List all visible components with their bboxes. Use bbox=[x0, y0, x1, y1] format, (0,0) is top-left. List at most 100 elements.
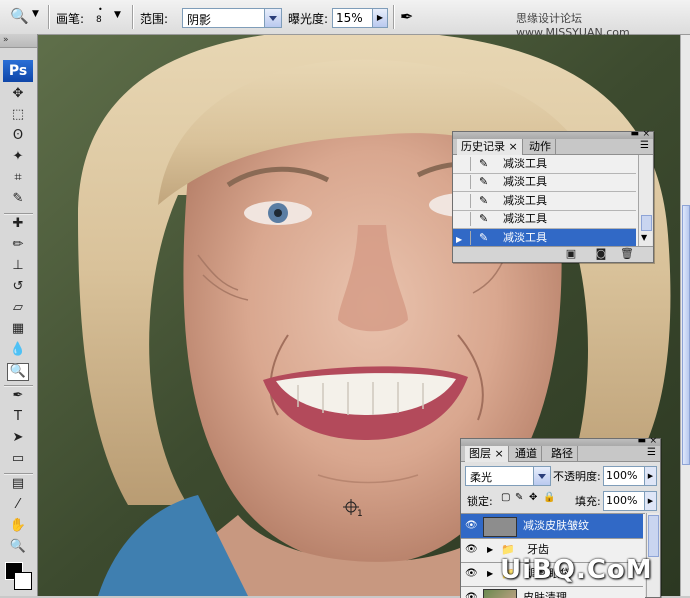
clone-stamp-tool-icon[interactable]: ⊥ bbox=[8, 258, 28, 274]
layer-thumbnail bbox=[483, 589, 517, 598]
blend-mode-select[interactable]: 柔光 bbox=[465, 466, 551, 486]
chevron-right-icon[interactable]: ▶ bbox=[372, 9, 387, 27]
lock-transparency-icon[interactable]: ▢ bbox=[501, 492, 510, 503]
history-source-checkbox[interactable] bbox=[456, 175, 471, 190]
shape-tool-icon[interactable]: ▭ bbox=[8, 451, 28, 467]
tool-preset-picker[interactable]: 🔍 ▼ bbox=[8, 7, 42, 27]
move-tool-icon[interactable]: ✥ bbox=[8, 86, 28, 102]
panel-menu-icon[interactable]: ☰ bbox=[647, 447, 656, 458]
panel-title-bar[interactable]: ▬ × bbox=[461, 436, 660, 446]
tab-channels[interactable]: 通道 bbox=[511, 446, 542, 461]
fill-input[interactable]: 100% ▶ bbox=[603, 491, 657, 511]
scroll-down-icon[interactable]: ▼ bbox=[641, 233, 647, 242]
layer-row[interactable]: 👁 皮肤清理 bbox=[461, 586, 643, 598]
snapshot-icon[interactable]: ◙ bbox=[593, 247, 609, 261]
eye-icon[interactable]: 👁 bbox=[465, 586, 479, 598]
magic-wand-tool-icon[interactable]: ✦ bbox=[8, 149, 28, 165]
history-item[interactable]: ✎ 减淡工具 bbox=[453, 155, 636, 174]
layer-row[interactable]: 👁 减淡皮肤皱纹 bbox=[461, 514, 643, 539]
lock-all-icon[interactable]: 🔒 bbox=[543, 492, 555, 503]
gradient-tool-icon[interactable]: ▦ bbox=[8, 321, 28, 337]
lock-pixels-icon[interactable]: ✎ bbox=[515, 492, 523, 503]
divider bbox=[393, 5, 395, 29]
brush-picker[interactable]: • 8 ▼ bbox=[92, 5, 124, 29]
exposure-input[interactable]: 15% ▶ bbox=[332, 8, 388, 28]
expand-arrow-icon[interactable]: ▶ bbox=[487, 562, 493, 586]
chevron-right-icon[interactable]: ▶ bbox=[644, 492, 656, 510]
crop-tool-icon[interactable]: ⌗ bbox=[8, 170, 28, 186]
airbrush-icon[interactable]: ✒ bbox=[400, 7, 413, 26]
canvas-scrollbar[interactable] bbox=[680, 35, 690, 596]
history-scrollbar[interactable]: ▼ bbox=[638, 155, 652, 247]
history-item[interactable]: ▶ ✎ 减淡工具 bbox=[453, 228, 636, 247]
close-icon[interactable]: × bbox=[642, 129, 650, 139]
chevron-down-icon: ▼ bbox=[32, 9, 39, 19]
scrollbar-thumb[interactable] bbox=[641, 215, 652, 231]
pen-tool-icon[interactable]: ✒ bbox=[8, 388, 28, 404]
tab-paths[interactable]: 路径 bbox=[547, 446, 578, 461]
options-bar: 🔍 ▼ 画笔: • 8 ▼ 范围: 阴影 曝光度: 15% ▶ ✒ 思缘设计论坛… bbox=[0, 0, 690, 39]
tab-actions[interactable]: 动作 bbox=[525, 139, 556, 154]
minimize-icon[interactable]: ▬ bbox=[637, 436, 646, 446]
panel-menu-icon[interactable]: ☰ bbox=[640, 140, 649, 151]
history-item[interactable]: ✎ 减淡工具 bbox=[453, 173, 636, 193]
scrollbar-thumb[interactable] bbox=[648, 515, 659, 557]
opacity-input[interactable]: 100% ▶ bbox=[603, 466, 657, 486]
tab-history-label: 历史记录 bbox=[461, 140, 505, 153]
history-item[interactable]: ✎ 减淡工具 bbox=[453, 210, 636, 230]
history-item-label: 减淡工具 bbox=[503, 175, 547, 189]
type-tool-icon[interactable]: T bbox=[8, 409, 28, 425]
panel-title-bar[interactable]: ▬ × bbox=[453, 129, 653, 139]
brush-label: 画笔: bbox=[56, 12, 85, 26]
tab-close-icon[interactable]: × bbox=[495, 447, 504, 460]
blur-tool-icon[interactable]: 💧 bbox=[8, 342, 28, 358]
tab-close-icon[interactable]: × bbox=[509, 140, 518, 153]
dodge-tool-icon: 🔍 bbox=[10, 7, 29, 25]
history-item[interactable]: ✎ 减淡工具 bbox=[453, 192, 636, 211]
exposure-label: 曝光度: bbox=[288, 12, 329, 26]
eye-icon[interactable]: 👁 bbox=[465, 562, 479, 586]
range-value: 阴影 bbox=[187, 13, 212, 27]
history-source-checkbox[interactable]: ▶ bbox=[456, 230, 471, 245]
history-source-checkbox[interactable] bbox=[456, 193, 471, 208]
chevron-right-icon[interactable]: ▶ bbox=[644, 467, 656, 485]
divider bbox=[132, 5, 134, 29]
brush-tool-icon[interactable]: ✏ bbox=[8, 237, 28, 253]
marquee-tool-icon[interactable]: ⬚ bbox=[8, 107, 28, 123]
tool-divider bbox=[4, 473, 33, 475]
history-item-label: 减淡工具 bbox=[503, 212, 547, 226]
dodge-brush-icon: ✎ bbox=[479, 212, 489, 226]
eraser-tool-icon[interactable]: ▱ bbox=[8, 300, 28, 316]
toolbox-grip[interactable]: » bbox=[0, 34, 37, 48]
healing-brush-tool-icon[interactable]: ✚ bbox=[8, 216, 28, 232]
ps-logo[interactable]: Ps bbox=[3, 60, 33, 82]
chevron-down-icon[interactable] bbox=[533, 467, 550, 485]
path-selection-tool-icon[interactable]: ➤ bbox=[8, 430, 28, 446]
tab-history[interactable]: 历史记录 × bbox=[457, 139, 523, 155]
hand-tool-icon[interactable]: ✋ bbox=[8, 518, 28, 534]
chevron-down-icon[interactable] bbox=[264, 9, 281, 27]
eye-icon[interactable]: 👁 bbox=[465, 538, 479, 562]
notes-tool-icon[interactable]: ▤ bbox=[8, 476, 28, 492]
eyedropper2-tool-icon[interactable]: ⁄ bbox=[8, 497, 28, 513]
history-source-checkbox[interactable] bbox=[456, 157, 471, 171]
eye-icon[interactable]: 👁 bbox=[465, 514, 479, 538]
tab-layers[interactable]: 图层 × bbox=[465, 446, 509, 462]
history-brush-tool-icon[interactable]: ↺ bbox=[8, 279, 28, 295]
close-icon[interactable]: × bbox=[649, 436, 657, 446]
eyedropper-tool-icon[interactable]: ✎ bbox=[8, 191, 28, 207]
new-document-icon[interactable]: ▣ bbox=[563, 247, 579, 261]
range-select[interactable]: 阴影 bbox=[182, 8, 282, 28]
exposure-value: 15% bbox=[336, 11, 363, 25]
trash-icon[interactable]: 🗑 bbox=[619, 247, 635, 261]
scrollbar-thumb[interactable] bbox=[682, 205, 690, 465]
lasso-tool-icon[interactable]: ʘ bbox=[8, 128, 28, 144]
zoom-tool-icon[interactable]: 🔍 bbox=[8, 539, 28, 555]
history-source-checkbox[interactable] bbox=[456, 212, 471, 227]
expand-arrow-icon[interactable]: ▶ bbox=[487, 538, 493, 562]
minimize-icon[interactable]: ▬ bbox=[630, 129, 639, 139]
layer-name: 皮肤清理 bbox=[523, 591, 567, 598]
lock-position-icon[interactable]: ✥ bbox=[529, 492, 537, 503]
dodge-tool-icon[interactable]: 🔍 bbox=[7, 363, 29, 381]
background-color-swatch[interactable] bbox=[14, 572, 32, 590]
